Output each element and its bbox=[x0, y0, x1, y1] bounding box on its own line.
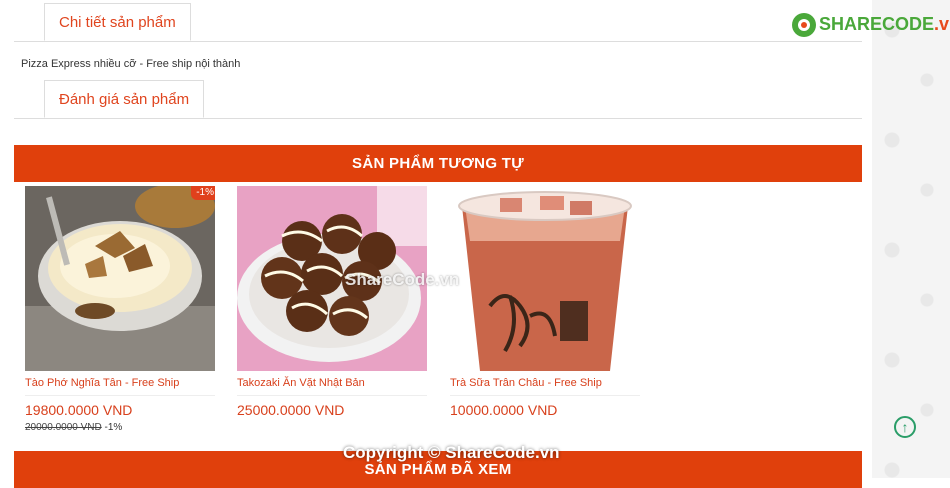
product-name[interactable]: Takozaki Ăn Vặt Nhật Bản bbox=[237, 376, 427, 396]
product-name[interactable]: Trà Sữa Trân Châu - Free Ship bbox=[450, 376, 640, 396]
product-image[interactable] bbox=[450, 186, 640, 371]
logo-brand-main: SHARECODE bbox=[819, 14, 935, 34]
product-discount: -1% bbox=[104, 422, 123, 433]
center-watermark: ShareCode.vn bbox=[345, 270, 460, 289]
product-page: Chi tiết sản phẩm Pizza Express nhiều cỡ… bbox=[0, 0, 872, 488]
similar-products-header: SẢN PHẨM TƯƠNG TỰ bbox=[14, 145, 862, 182]
discount-badge: -1% bbox=[191, 186, 215, 200]
product-image[interactable]: -1% bbox=[25, 186, 215, 371]
product-description: Pizza Express nhiều cỡ - Free ship nội t… bbox=[21, 58, 241, 70]
logo-text: SHARECODE.vn bbox=[819, 14, 950, 35]
product-old-price: 20000.0000 VND bbox=[25, 422, 102, 433]
reviews-tab-row: Đánh giá sản phẩm bbox=[14, 80, 862, 119]
tofu-pudding-image bbox=[25, 186, 215, 371]
product-price: 25000.0000 VND bbox=[237, 402, 345, 418]
bubble-tea-image bbox=[450, 186, 640, 371]
product-card[interactable]: Takozaki Ăn Vặt Nhật Bản 25000.0000 VND bbox=[237, 186, 427, 418]
details-tab-row: Chi tiết sản phẩm bbox=[14, 3, 862, 42]
product-old-price-row: 20000.0000 VND -1% bbox=[25, 422, 215, 433]
logo-brand-suffix: .vn bbox=[934, 14, 950, 34]
arrow-up-circle-icon[interactable]: ↑ bbox=[894, 416, 916, 438]
product-card[interactable]: Trà Sữa Trân Châu - Free Ship 10000.0000… bbox=[450, 186, 640, 418]
logo-icon bbox=[792, 13, 816, 37]
footer-watermark: Copyright © ShareCode.vn bbox=[343, 443, 560, 462]
product-name[interactable]: Tào Phớ Nghĩa Tân - Free Ship bbox=[25, 376, 215, 396]
product-price: 10000.0000 VND bbox=[450, 402, 558, 418]
tab-product-details[interactable]: Chi tiết sản phẩm bbox=[44, 3, 191, 41]
product-card[interactable]: -1% Tào Phớ Nghĩa Tân - Free Ship 19800.… bbox=[25, 186, 215, 433]
product-price: 19800.0000 VND bbox=[25, 402, 133, 418]
tab-product-reviews[interactable]: Đánh giá sản phẩm bbox=[44, 80, 205, 118]
side-background bbox=[872, 0, 950, 478]
